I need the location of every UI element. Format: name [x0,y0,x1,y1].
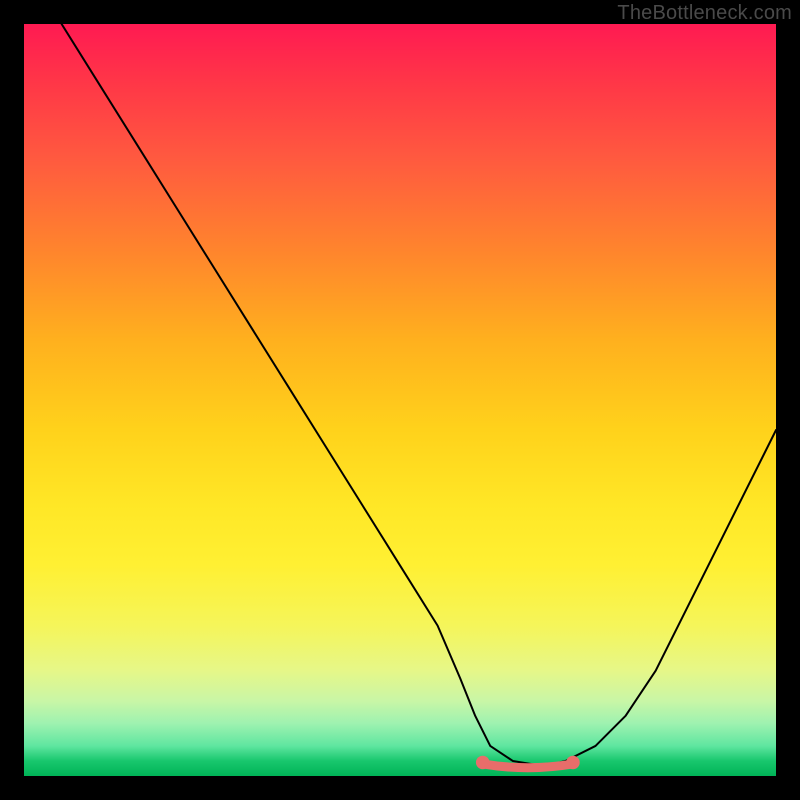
curve-line [62,24,776,765]
bottleneck-curve [24,24,776,776]
plot-area [24,24,776,776]
chart-frame: TheBottleneck.com [0,0,800,800]
watermark-text: TheBottleneck.com [617,2,792,25]
